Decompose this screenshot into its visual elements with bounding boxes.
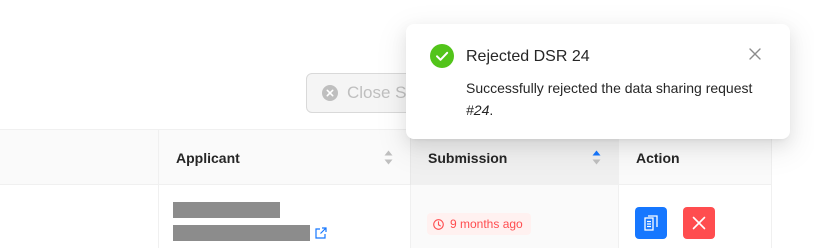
table-row: 9 months ago	[0, 185, 771, 248]
notification-description: Successfully rejected the data sharing r…	[466, 77, 756, 121]
check-circle-icon	[430, 44, 454, 68]
submission-cell: 9 months ago	[410, 185, 618, 248]
column-header-submission-label: Submission	[428, 149, 508, 166]
close-icon[interactable]	[747, 46, 763, 62]
submission-time-tag: 9 months ago	[427, 213, 531, 235]
action-cell	[618, 185, 771, 248]
notification-request-id: #24	[466, 102, 490, 118]
redacted-applicant-email	[173, 225, 310, 241]
sort-icon[interactable]	[384, 150, 393, 165]
applicant-cell	[158, 185, 410, 248]
sort-icon[interactable]	[592, 150, 601, 165]
reject-request-button[interactable]	[683, 207, 715, 239]
table-right-border	[771, 129, 772, 248]
column-header-applicant[interactable]: Applicant	[158, 130, 410, 185]
external-link-icon[interactable]	[315, 227, 327, 239]
clock-icon	[433, 218, 444, 230]
close-circle-icon	[322, 85, 338, 101]
notification-title: Rejected DSR 24	[466, 48, 590, 65]
document-icon	[644, 215, 658, 231]
view-request-button[interactable]	[635, 207, 667, 239]
notification-description-end: .	[489, 102, 494, 118]
dsr-table: Applicant Submission Action 9 months ago	[0, 129, 814, 248]
column-header-empty	[0, 130, 158, 185]
redacted-applicant-name	[173, 202, 280, 218]
notification-description-text: Successfully rejected the data sharing r…	[466, 80, 753, 96]
notification-toast: Rejected DSR 24 Successfully rejected th…	[406, 24, 790, 139]
column-header-applicant-label: Applicant	[176, 149, 240, 166]
close-icon	[692, 216, 706, 230]
submission-time-label: 9 months ago	[450, 217, 523, 231]
column-header-action-label: Action	[636, 149, 680, 166]
